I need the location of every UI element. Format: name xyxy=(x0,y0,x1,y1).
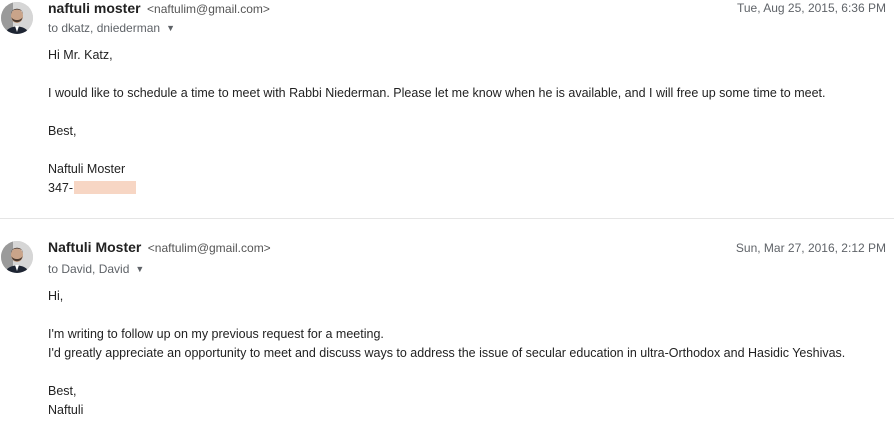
timestamp: Tue, Aug 25, 2015, 6:36 PM xyxy=(737,1,886,15)
body-paragraph: I would like to schedule a time to meet … xyxy=(48,86,826,100)
avatar-photo-icon xyxy=(1,2,33,34)
recipients: to David, David ▼ xyxy=(48,262,144,276)
signature-name: Naftuli Moster xyxy=(48,162,126,176)
greeting: Hi Mr. Katz, xyxy=(48,48,113,62)
avatar-photo-icon xyxy=(1,241,33,273)
sender-line: Naftuli Moster <naftulim@gmail.com> xyxy=(48,239,271,257)
message-body: Hi Mr. Katz, I would like to schedule a … xyxy=(48,46,825,198)
greeting: Hi, xyxy=(48,289,64,303)
closing: Best, xyxy=(48,384,77,398)
recipients-text: to dkatz, dniederman xyxy=(48,21,161,35)
signature-name: Naftuli xyxy=(48,403,84,417)
recipients: to dkatz, dniederman ▼ xyxy=(48,21,175,35)
email-message-2: Naftuli Moster <naftulim@gmail.com> to D… xyxy=(0,219,894,424)
sender-name[interactable]: naftuli moster xyxy=(48,0,141,16)
sender-line: naftuli moster <naftulim@gmail.com> xyxy=(48,0,270,18)
chevron-down-icon[interactable]: ▼ xyxy=(135,264,144,274)
avatar[interactable] xyxy=(1,2,33,34)
signature-phone: 347- xyxy=(48,179,825,198)
sender-email: <naftulim@gmail.com> xyxy=(147,241,271,255)
sender-name[interactable]: Naftuli Moster xyxy=(48,239,141,255)
chevron-down-icon[interactable]: ▼ xyxy=(166,23,175,33)
phone-prefix: 347- xyxy=(48,181,74,195)
recipients-text: to David, David xyxy=(48,262,130,276)
email-message-1: naftuli moster <naftulim@gmail.com> to d… xyxy=(0,0,894,218)
timestamp: Sun, Mar 27, 2016, 2:12 PM xyxy=(735,241,886,255)
redaction-block xyxy=(74,181,137,194)
sender-email: <naftulim@gmail.com> xyxy=(147,2,270,16)
body-line-1: I'm writing to follow up on my previous … xyxy=(48,327,384,341)
avatar[interactable] xyxy=(1,241,33,273)
closing: Best, xyxy=(48,124,77,138)
message-body: Hi, I'm writing to follow up on my previ… xyxy=(48,287,845,420)
body-line-2: I'd greatly appreciate an opportunity to… xyxy=(48,346,846,360)
